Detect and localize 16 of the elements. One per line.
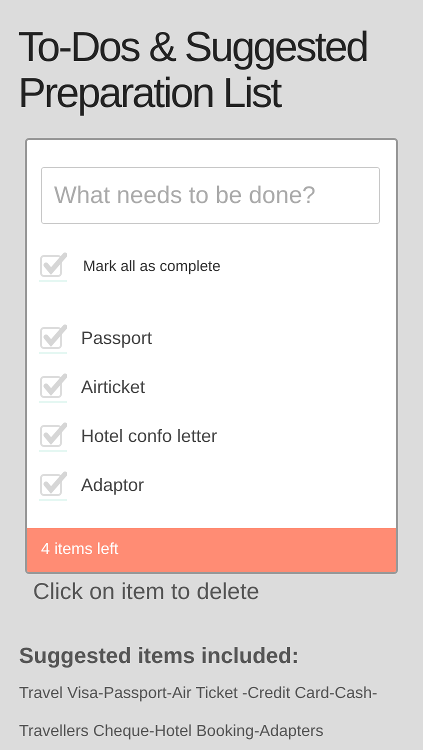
delete-hint: Click on item to delete — [33, 578, 260, 605]
todo-item[interactable]: Adaptor — [81, 475, 144, 496]
checkbox[interactable] — [39, 252, 67, 282]
new-todo-field[interactable]: What needs to be done? — [41, 167, 380, 224]
items-left-count: 4 items left — [27, 528, 396, 572]
page-title: To-Dos & Suggested Preparation List — [17, 22, 368, 116]
todo-item[interactable]: Passport — [81, 328, 152, 349]
checkbox[interactable] — [39, 372, 67, 402]
todo-item[interactable]: Airticket — [81, 377, 146, 398]
mark-all-label[interactable]: Mark all as complete — [83, 258, 221, 275]
suggested-heading: Suggested items included: — [19, 643, 300, 669]
checkbox[interactable] — [39, 324, 67, 354]
todo-item[interactable]: Hotel confo letter — [81, 426, 218, 447]
checkbox[interactable] — [39, 422, 67, 452]
checkbox[interactable] — [39, 470, 67, 500]
suggested-items-text: Travel Visa-Passport-Air Ticket -Credit Card-Cash-Travellers Cheque-Hotel Booking-Adapters — [19, 684, 378, 742]
